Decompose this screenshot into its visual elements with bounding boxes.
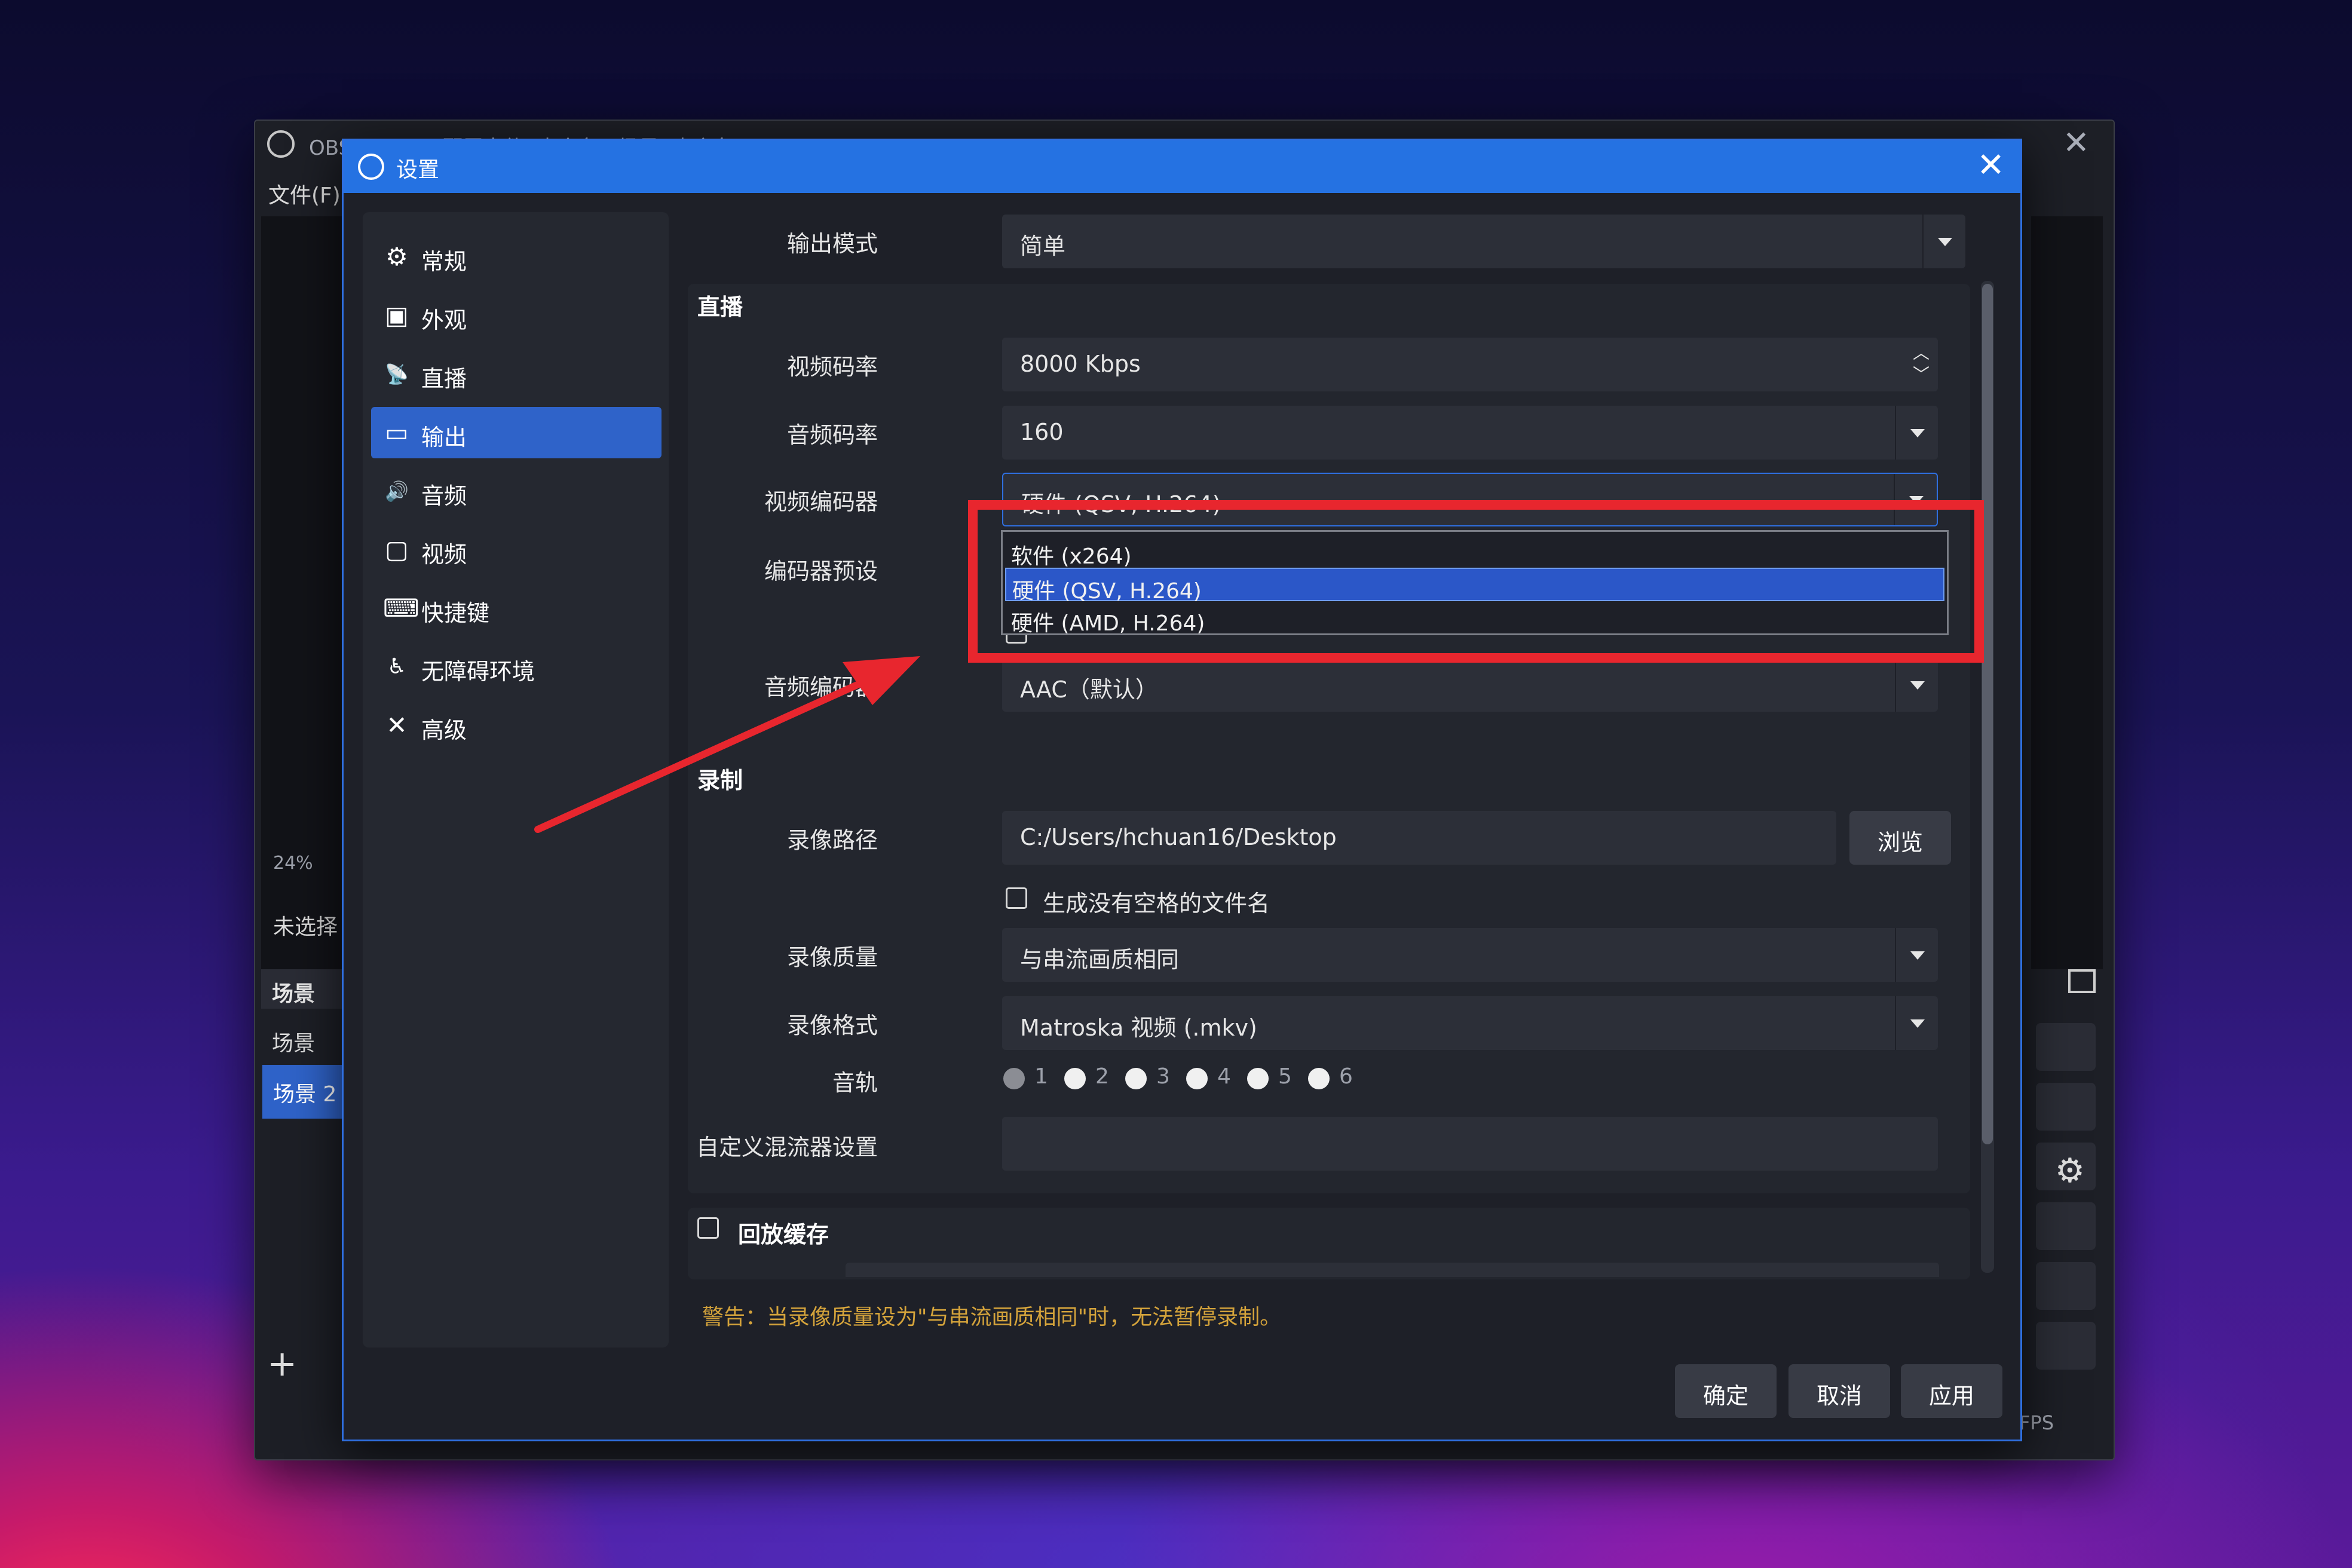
annotation-arrow bbox=[534, 656, 920, 833]
